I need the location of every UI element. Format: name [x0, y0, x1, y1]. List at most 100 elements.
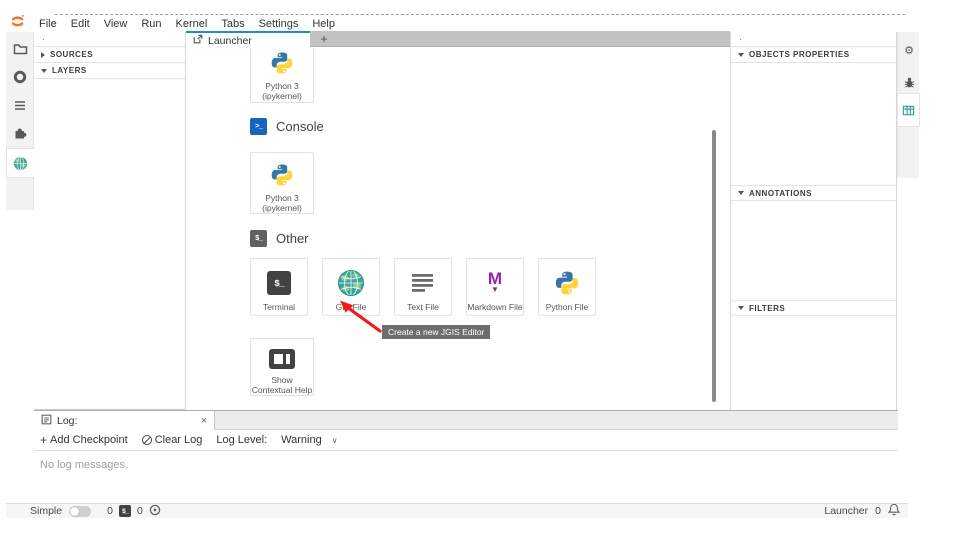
table-of-contents-icon[interactable] — [6, 92, 34, 118]
gis-globe-icon — [337, 269, 365, 297]
card-label: Python 3 (ipykernel) — [262, 193, 302, 213]
other-section-title: Other — [276, 231, 309, 246]
right-sidebar-rail: ⚙ — [897, 32, 919, 178]
context-label: Launcher — [824, 505, 868, 517]
console-python3-card[interactable]: Python 3 (ipykernel) — [250, 152, 314, 214]
simple-mode-toggle[interactable] — [69, 506, 91, 517]
terminal-status-icon[interactable]: $_ — [119, 505, 131, 517]
menu-tabs[interactable]: Tabs — [221, 18, 244, 30]
python-logo-icon — [270, 50, 294, 76]
kernel-status-icon[interactable] — [149, 504, 161, 519]
menu-run[interactable]: Run — [141, 18, 161, 30]
launcher-content: Python 3 (ipykernel) >_ Console Python 3… — [186, 48, 730, 410]
log-empty-message: No log messages. — [34, 451, 898, 471]
jgis-globe-icon[interactable] — [6, 148, 34, 178]
notebook-python3-card[interactable]: Python 3 (ipykernel) — [250, 48, 314, 103]
contextual-help-icon — [269, 349, 295, 370]
markdown-icon: M ▼ — [488, 269, 502, 297]
left-panel-title-text: · — [42, 34, 45, 44]
card-label: Show Contextual Help — [252, 375, 312, 395]
right-panel-title-text: · — [739, 34, 742, 44]
menu-file[interactable]: File — [39, 18, 57, 30]
plus-icon: + — [40, 433, 47, 447]
menu-items: File Edit View Run Kernel Tabs Settings … — [39, 18, 335, 30]
layers-section-header[interactable]: LAYERS — [34, 63, 185, 79]
property-inspector-icon[interactable]: ⚙ — [898, 38, 920, 62]
menu-bar: File Edit View Run Kernel Tabs Settings … — [8, 15, 905, 32]
python-logo-icon — [554, 269, 580, 297]
console-section-header: >_ Console — [250, 118, 324, 135]
menu-edit[interactable]: Edit — [71, 18, 90, 30]
console-section-title: Console — [276, 119, 324, 134]
caret-down-icon — [738, 53, 744, 57]
terminal-card[interactable]: $_ Terminal — [250, 258, 308, 316]
tooltip-text: Create a new JGIS Editor — [388, 327, 484, 337]
close-icon[interactable]: × — [201, 415, 207, 427]
layers-label: LAYERS — [52, 66, 87, 75]
jupyter-logo-icon — [10, 14, 25, 34]
right-dock-panel: · OBJECTS PROPERTIES ANNOTATIONS FILTERS — [730, 32, 897, 410]
terminal-section-icon: $_ — [250, 230, 267, 247]
log-tab[interactable]: Log: × — [34, 411, 215, 430]
log-tab-bar: Log: × — [34, 411, 898, 430]
running-kernels-icon[interactable] — [6, 64, 34, 90]
bell-icon[interactable] — [888, 503, 900, 519]
objects-properties-header[interactable]: OBJECTS PROPERTIES — [731, 47, 896, 63]
tooltip: Create a new JGIS Editor — [382, 325, 490, 339]
log-panel: Log: × + Add Checkpoint Clear Log Log Le… — [34, 410, 898, 503]
debugger-bug-icon[interactable] — [898, 70, 920, 94]
file-browser-icon[interactable] — [6, 36, 34, 62]
console-icon: >_ — [250, 118, 267, 135]
other-section-header: $_ Other — [250, 230, 309, 247]
launcher-tab-icon — [193, 34, 203, 47]
jgis-layers-panel-icon[interactable] — [898, 93, 920, 127]
card-label: Markdown File — [467, 302, 522, 312]
menu-view[interactable]: View — [104, 18, 128, 30]
sources-label: SOURCES — [50, 50, 93, 59]
menu-settings[interactable]: Settings — [259, 18, 299, 30]
status-bar: Simple 0 $_ 0 Launcher 0 — [6, 503, 908, 518]
log-level-value: Warning — [281, 434, 322, 446]
python-file-card[interactable]: Python File — [538, 258, 596, 316]
red-pointer-arrow-icon — [336, 298, 388, 340]
clear-log-button[interactable]: Clear Log — [142, 434, 203, 446]
kernel-count: 0 — [137, 505, 143, 517]
markdown-file-card[interactable]: M ▼ Markdown File — [466, 258, 524, 316]
filters-header[interactable]: FILTERS — [731, 300, 896, 316]
terminal-icon: $_ — [267, 269, 291, 297]
menu-kernel[interactable]: Kernel — [176, 18, 208, 30]
extension-manager-icon[interactable] — [6, 120, 34, 146]
objects-properties-label: OBJECTS PROPERTIES — [749, 50, 850, 59]
card-label: Python File — [546, 302, 589, 312]
log-toolbar: + Add Checkpoint Clear Log Log Level: Wa… — [34, 430, 898, 451]
card-label: Text File — [407, 302, 439, 312]
clear-icon — [142, 435, 152, 445]
notification-count: 0 — [875, 505, 881, 517]
launcher-tab-label: Launcher — [208, 35, 252, 47]
contextual-help-card[interactable]: Show Contextual Help — [250, 338, 314, 396]
annotations-header[interactable]: ANNOTATIONS — [731, 185, 896, 201]
log-icon — [41, 414, 52, 428]
left-sidebar-rail — [6, 32, 34, 210]
right-panel-title: · — [731, 32, 896, 47]
caret-right-icon — [41, 52, 45, 58]
caret-down-icon — [738, 306, 744, 310]
add-checkpoint-button[interactable]: + Add Checkpoint — [40, 433, 128, 447]
filters-label: FILTERS — [749, 304, 785, 313]
left-panel-title: · — [34, 32, 185, 47]
annotations-label: ANNOTATIONS — [749, 189, 812, 198]
tab-launcher[interactable]: Launcher — [186, 31, 310, 48]
terminal-count: 0 — [107, 505, 113, 517]
sources-section-header[interactable]: SOURCES — [34, 47, 185, 63]
main-tab-bar: Launcher + — [186, 31, 730, 47]
chevron-down-icon: ∨ — [332, 436, 338, 445]
new-tab-button[interactable]: + — [316, 32, 332, 46]
log-tab-label: Log: — [57, 415, 77, 427]
text-file-card[interactable]: Text File — [394, 258, 452, 316]
card-label: Terminal — [263, 302, 295, 312]
jupyterlab-window: File Edit View Run Kernel Tabs Settings … — [0, 0, 960, 540]
menu-help[interactable]: Help — [312, 18, 335, 30]
card-label: Python 3 (ipykernel) — [262, 81, 302, 101]
log-level-dropdown[interactable]: Warning ∨ — [281, 434, 337, 446]
vertical-scrollbar[interactable] — [712, 130, 716, 402]
